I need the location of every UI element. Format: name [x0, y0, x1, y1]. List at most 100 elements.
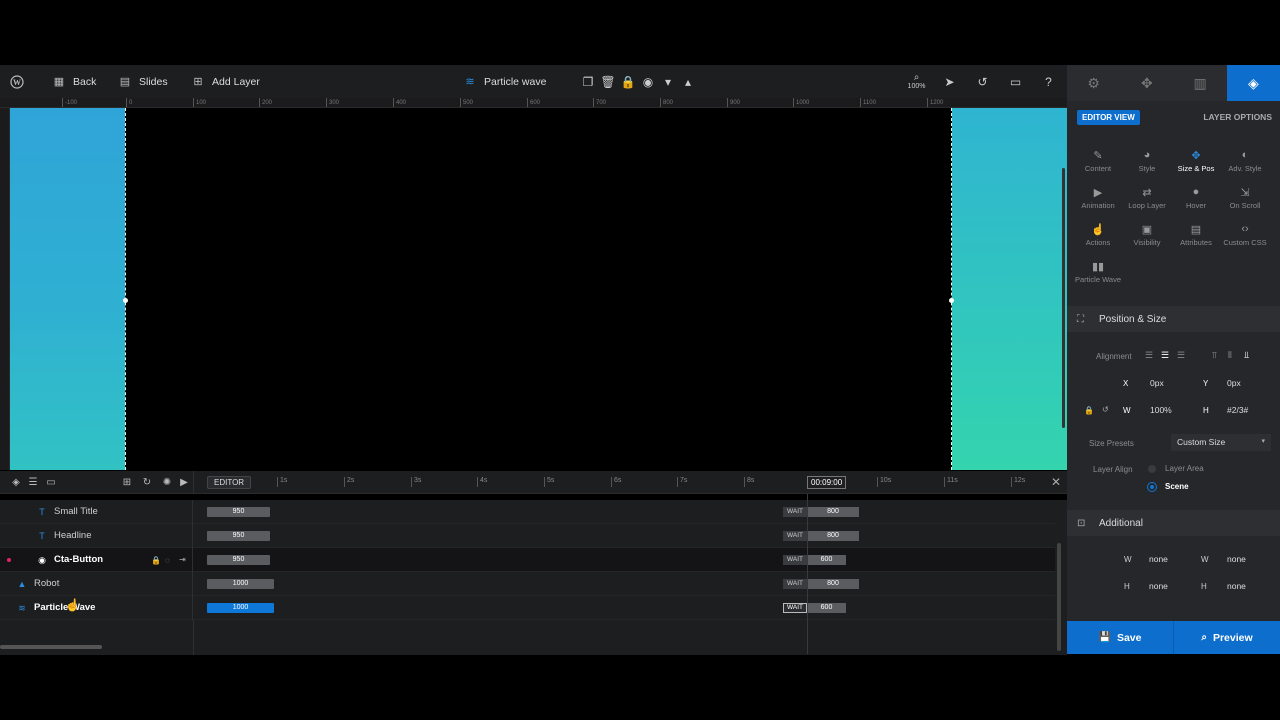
timeline-vertical-scrollbar[interactable] — [1057, 543, 1061, 651]
cursor-icon[interactable]: ➤ — [933, 65, 966, 98]
duplicate-icon[interactable]: ❐ — [578, 65, 598, 98]
list-icon[interactable]: ☰ — [27, 476, 39, 488]
option-on-scroll[interactable]: ⇲ On Scroll — [1220, 186, 1270, 210]
eye-icon[interactable]: ◉ — [638, 65, 658, 98]
lock-icon[interactable]: 🔒 — [151, 556, 161, 565]
layer-end-bar[interactable]: 800 — [807, 531, 859, 541]
align-right-icon[interactable]: ☰ — [1177, 350, 1189, 360]
lock-ratio-icon[interactable]: 🔒 — [1084, 406, 1094, 415]
layer-align-option-area[interactable]: Layer Area — [1148, 463, 1248, 475]
current-layer-selector[interactable]: ≋ Particle wave — [464, 65, 546, 98]
layer-row-small-title[interactable]: T Small Title 950 WAIT 800 — [0, 500, 1055, 524]
horizontal-scrollbar[interactable] — [0, 645, 102, 649]
layer-end-bar[interactable]: 600 — [807, 555, 846, 565]
timeline-playhead[interactable] — [807, 494, 808, 654]
layer-row-robot[interactable]: ▲ Robot 1000 WAIT 800 — [0, 572, 1055, 596]
chevron-down-icon[interactable]: ▾ — [658, 65, 678, 98]
size-presets-select[interactable]: Custom Size ▾ — [1171, 434, 1271, 451]
canvas-scrollbar[interactable] — [1062, 168, 1065, 428]
option-adv-style[interactable]: ◐ Adv. Style — [1220, 149, 1270, 173]
additional-header[interactable]: ⊡ Additional — [1067, 510, 1280, 536]
layer-start-bar[interactable]: 1000 — [207, 579, 274, 589]
align-top-icon[interactable]: ⫪ — [1212, 350, 1224, 360]
zoom-button[interactable]: ⌕ 100% — [900, 65, 933, 98]
min-height-input[interactable]: none — [1144, 579, 1189, 593]
layer-start-bar[interactable]: 950 — [207, 531, 270, 541]
layer-end-bar[interactable]: 800 — [807, 579, 859, 589]
layer-name: Cta-Button — [54, 554, 104, 565]
help-icon[interactable]: ? — [1032, 65, 1065, 98]
option-style[interactable]: ◕ Style — [1122, 149, 1172, 173]
layer-start-bar[interactable]: 950 — [207, 555, 270, 565]
time-label: 8s — [744, 477, 754, 487]
align-middle-icon[interactable]: ⫴ — [1228, 350, 1240, 360]
h-input[interactable]: #2/3# — [1222, 403, 1267, 417]
x-input[interactable]: 0px — [1145, 376, 1200, 390]
layer-row-cta-button[interactable]: ◉ Cta-Button 🔒 ◌ ⇥ 950 WAIT 600 — [0, 548, 1055, 572]
folder-icon[interactable]: ▭ — [45, 476, 57, 488]
chevron-up-icon[interactable]: ▴ — [678, 65, 698, 98]
align-center-icon[interactable]: ☰ — [1161, 350, 1173, 360]
align-left-icon[interactable]: ☰ — [1145, 350, 1157, 360]
play-icon[interactable]: ▶ — [178, 476, 190, 488]
w-input[interactable]: 100% — [1145, 403, 1200, 417]
preview-button[interactable]: ⌕ Preview — [1174, 621, 1280, 654]
option-animation[interactable]: ▶ Animation — [1073, 186, 1123, 210]
grid-view-icon[interactable]: ⊞ — [121, 476, 133, 488]
layer-end-bar[interactable]: 600 — [807, 603, 846, 613]
tab-layers[interactable]: ◈ — [1226, 65, 1280, 101]
option-hover[interactable]: ● Hover — [1171, 186, 1221, 210]
y-input[interactable]: 0px — [1222, 376, 1267, 390]
layer-start-bar[interactable]: 1000 — [207, 603, 274, 613]
desktop-icon[interactable]: ▭ — [999, 65, 1032, 98]
option-attributes[interactable]: ▤ Attributes — [1171, 223, 1221, 247]
undo-icon[interactable]: ↺ — [966, 65, 999, 98]
refresh-icon[interactable]: ↻ — [141, 476, 153, 488]
option-custom-css[interactable]: ‹› Custom CSS — [1220, 223, 1270, 247]
option-particle-wave[interactable]: ▮▮ Particle Wave — [1073, 260, 1123, 284]
option-loop-layer[interactable]: ⇄ Loop Layer — [1122, 186, 1172, 210]
option-size-pos[interactable]: ✥ Size & Pos — [1171, 149, 1221, 173]
delete-icon[interactable]: 🗑 — [598, 65, 618, 98]
tab-slides[interactable]: ▥ — [1174, 65, 1227, 101]
hide-icon[interactable]: ◌ — [165, 556, 170, 565]
settings-wheel-icon[interactable]: ✺ — [161, 476, 173, 488]
close-icon[interactable]: ✕ — [1051, 475, 1061, 489]
reset-icon[interactable]: ↺ — [1102, 405, 1109, 414]
collapse-icon[interactable]: ⇥ — [179, 555, 186, 564]
tab-settings[interactable]: ⚙ — [1067, 65, 1120, 101]
layer-align-option-scene[interactable]: Scene — [1148, 481, 1248, 493]
gradient-layer-right — [952, 108, 1067, 470]
time-label: 1s — [277, 477, 287, 487]
save-button[interactable]: 💾 Save — [1067, 621, 1174, 654]
navigation-icon: ✥ — [1141, 74, 1153, 91]
contrast-icon: ◐ — [1241, 149, 1249, 161]
wordpress-logo-button[interactable]: W — [10, 65, 24, 98]
add-layer-button[interactable]: ⊞ Add Layer — [192, 65, 259, 98]
max-width-input[interactable]: none — [1222, 552, 1267, 566]
editor-view-button[interactable]: EDITOR VIEW — [1077, 110, 1140, 125]
back-button[interactable]: ▦ Back — [53, 65, 97, 98]
layers-toggle-icon[interactable]: ◈ — [10, 476, 22, 488]
align-bottom-icon[interactable]: ⫫ — [1244, 350, 1256, 360]
editor-tag[interactable]: EDITOR — [207, 476, 252, 489]
resize-handle-right[interactable] — [949, 298, 954, 303]
layer-row-headline[interactable]: T Headline 950 WAIT 800 — [0, 524, 1055, 548]
layer-end-bar[interactable]: 800 — [807, 507, 859, 517]
position-size-header[interactable]: ⛶ Position & Size — [1067, 306, 1280, 332]
position-size-title: Position & Size — [1099, 313, 1167, 325]
layer-start-bar[interactable]: 950 — [207, 507, 270, 517]
lock-icon[interactable]: 🔒 — [618, 65, 638, 98]
current-time[interactable]: 00:09:00 — [807, 476, 847, 489]
resize-handle-left[interactable] — [123, 298, 128, 303]
max-height-input[interactable]: none — [1222, 579, 1267, 593]
option-visibility[interactable]: ▣ Visibility — [1122, 223, 1172, 247]
option-content[interactable]: ✎ Content — [1073, 149, 1123, 173]
layer-row-particle-wave[interactable]: ≋ Particle Wave ☝ 1000 WAIT 600 — [0, 596, 1055, 620]
tab-navigation[interactable]: ✥ — [1120, 65, 1173, 101]
slide-canvas[interactable] — [10, 108, 1067, 470]
min-width-input[interactable]: none — [1144, 552, 1189, 566]
time-label: 11s — [944, 477, 958, 487]
slides-button[interactable]: ▤ Slides — [119, 65, 168, 98]
option-actions[interactable]: ☝ Actions — [1073, 223, 1123, 247]
